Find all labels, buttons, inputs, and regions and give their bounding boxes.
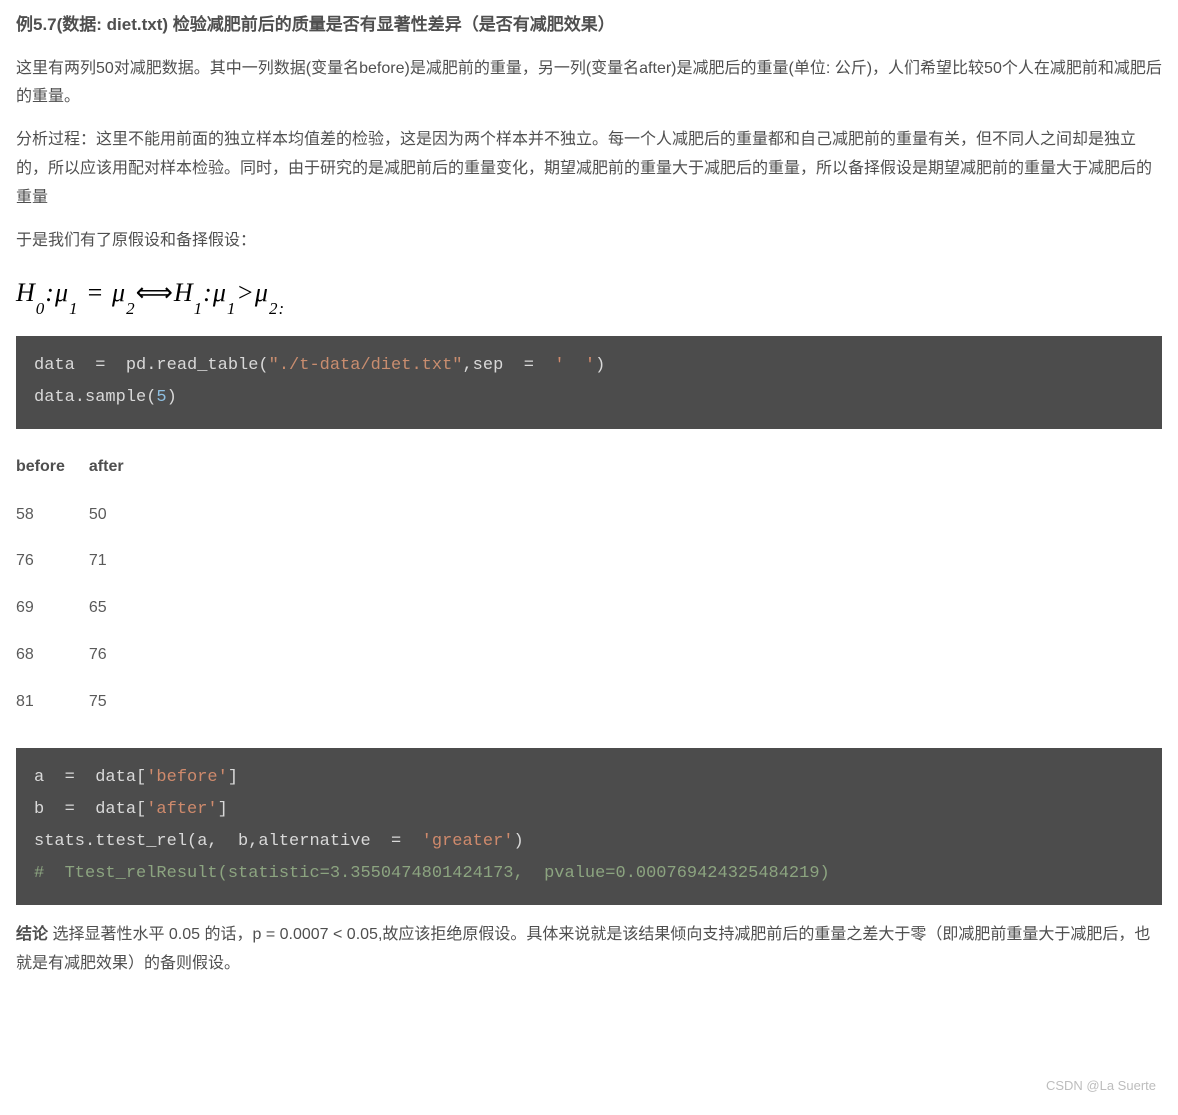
- table-row: 7671: [16, 538, 148, 585]
- paragraph-hypothesis-lead: 于是我们有了原假设和备择假设：: [16, 227, 1162, 256]
- watermark: CSDN @La Suerte: [1046, 1074, 1156, 1097]
- paragraph-intro: 这里有两列50对减肥数据。其中一列数据(变量名before)是减肥前的重量，另一…: [16, 55, 1162, 113]
- hypothesis-formula: H0:μ1 = μ2⟺H1:μ1>μ2:: [16, 269, 1162, 318]
- code-block-ttest: a = data['before'] b = data['after'] sta…: [16, 748, 1162, 905]
- conclusion-paragraph: 结论 选择显著性水平 0.05 的话，p = 0.0007 < 0.05,故应该…: [16, 921, 1162, 979]
- paragraph-analysis: 分析过程：这里不能用前面的独立样本均值差的检验，这是因为两个样本并不独立。每一个…: [16, 126, 1162, 212]
- table-row: 5850: [16, 492, 148, 539]
- code-block-load: data = pd.read_table("./t-data/diet.txt"…: [16, 336, 1162, 429]
- section-heading: 例5.7(数据: diet.txt) 检验减肥前后的质量是否有显著性差异（是否有…: [16, 10, 1162, 41]
- table-header-after: after: [89, 447, 148, 492]
- sample-table: before after 5850 7671 6965 6876 8175: [16, 447, 148, 726]
- table-row: 6965: [16, 585, 148, 632]
- table-row: 8175: [16, 679, 148, 726]
- table-header-before: before: [16, 447, 89, 492]
- table-row: 6876: [16, 632, 148, 679]
- conclusion-text: 选择显著性水平 0.05 的话，p = 0.0007 < 0.05,故应该拒绝原…: [16, 926, 1150, 972]
- conclusion-label: 结论: [16, 926, 48, 943]
